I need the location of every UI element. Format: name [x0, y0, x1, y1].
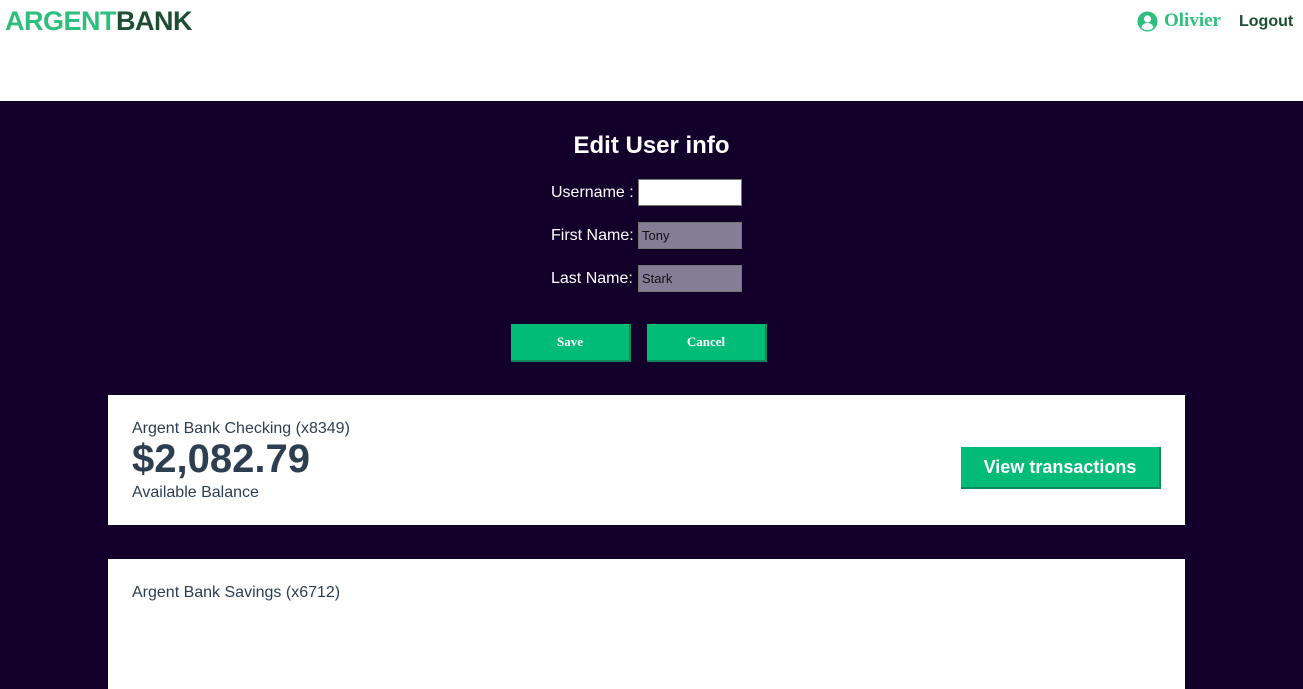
- lastname-input: [638, 265, 742, 292]
- firstname-row: First Name:: [551, 222, 742, 249]
- account-amount: $2,082.79: [132, 437, 310, 481]
- account-card-savings: Argent Bank Savings (x6712): [108, 559, 1185, 689]
- logo-text-bank: BANK: [116, 6, 193, 36]
- username-row: Username :: [551, 179, 742, 206]
- account-title: Argent Bank Savings (x6712): [132, 584, 341, 601]
- main-nav: ARGENTBANK Olivier Logout: [0, 0, 1303, 101]
- account-amount-description: Available Balance: [132, 484, 259, 501]
- main-content: Edit User info Username : First Name: La…: [0, 101, 1303, 689]
- firstname-label: First Name:: [551, 226, 634, 244]
- firstname-input: [638, 222, 742, 249]
- user-name: Olivier: [1164, 10, 1221, 31]
- cancel-button[interactable]: Cancel: [647, 324, 767, 362]
- user-profile-link[interactable]: Olivier: [1137, 10, 1221, 32]
- lastname-row: Last Name:: [551, 265, 742, 292]
- logo-text-argent: ARGENT: [5, 6, 117, 36]
- logout-link[interactable]: Logout: [1239, 13, 1293, 31]
- save-button[interactable]: Save: [511, 324, 631, 362]
- user-circle-icon: [1137, 11, 1158, 32]
- account-card-checking: Argent Bank Checking (x8349) $2,082.79 A…: [108, 395, 1185, 525]
- username-label: Username :: [551, 183, 634, 201]
- lastname-label: Last Name:: [551, 269, 633, 287]
- argent-bank-logo[interactable]: ARGENTBANK: [5, 6, 193, 37]
- edit-user-title: Edit User info: [573, 132, 730, 159]
- username-input[interactable]: [638, 179, 742, 206]
- view-transactions-button[interactable]: View transactions: [961, 447, 1161, 489]
- account-title: Argent Bank Checking (x8349): [132, 420, 350, 437]
